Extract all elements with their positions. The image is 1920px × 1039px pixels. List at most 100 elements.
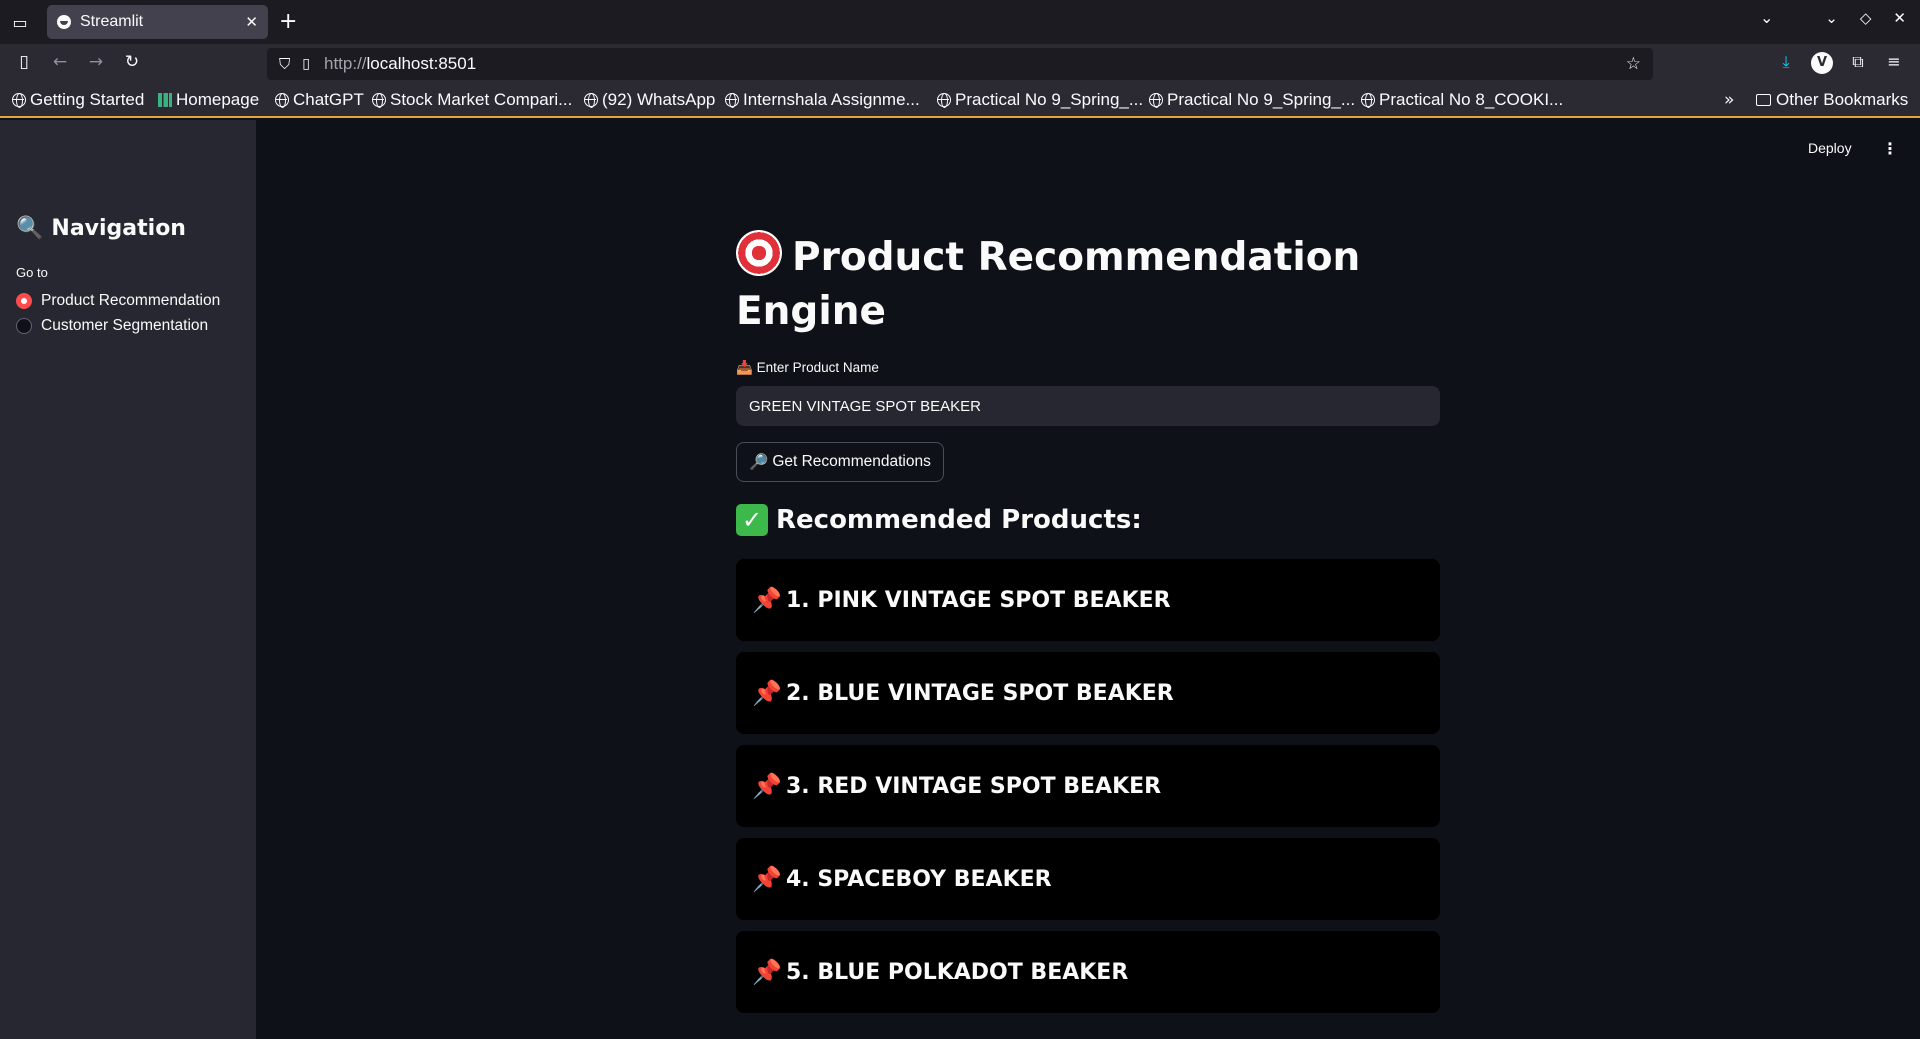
browser-tabbar: ▭ Streamlit ✕ + ⌄ ⌄ ◇ ✕ <box>0 0 1920 44</box>
back-arrow-icon[interactable]: ← <box>48 52 72 72</box>
extension-v-icon[interactable]: V <box>1811 52 1833 74</box>
globe-icon <box>372 93 386 108</box>
recommendation-card: 📌 4. SPACEBOY BEAKER <box>736 838 1440 920</box>
magnifier-icon: 🔍 <box>16 216 44 241</box>
recommendation-card: 📌 3. RED VINTAGE SPOT BEAKER <box>736 745 1440 827</box>
kebab-menu-icon[interactable]: ⋮ <box>1882 139 1898 158</box>
target-icon <box>736 230 782 276</box>
check-mark-icon: ✓ <box>736 504 768 536</box>
recommendation-text: 5. BLUE POLKADOT BEAKER <box>786 959 1129 985</box>
url-text[interactable]: http://localhost:8501 <box>324 54 476 74</box>
browser-tab[interactable]: Streamlit ✕ <box>47 5 268 39</box>
close-window-icon[interactable]: ✕ <box>1893 9 1906 27</box>
radio-label: Product Recommendation <box>41 292 221 309</box>
globe-icon <box>725 93 739 108</box>
streamlit-favicon-icon <box>57 15 71 29</box>
bookmark-label: Homepage <box>176 90 260 109</box>
shield-icon[interactable]: ⛉ <box>279 55 290 73</box>
product-input-label: 📥 Enter Product Name <box>736 360 879 376</box>
url-host: localhost:8501 <box>366 54 477 73</box>
bookmark-label: Other Bookmarks <box>1776 90 1909 109</box>
bookmark-practical-9a[interactable]: Practical No 9_Spring_... <box>937 90 1143 110</box>
product-input-label-text: Enter Product Name <box>756 360 879 375</box>
close-tab-icon[interactable]: ✕ <box>245 13 258 31</box>
bookmark-whatsapp[interactable]: (92) WhatsApp <box>584 90 715 110</box>
tab-overflow-chevron-icon[interactable]: ⌄ <box>1760 8 1773 27</box>
radio-label: Customer Segmentation <box>41 317 209 334</box>
globe-icon <box>275 93 289 108</box>
bookmark-label: Stock Market Compari... <box>390 90 573 109</box>
bookmarks-overflow-icon[interactable]: » <box>1724 90 1734 110</box>
other-bookmarks[interactable]: Other Bookmarks <box>1756 90 1908 110</box>
recommendation-card: 📌 5. BLUE POLKADOT BEAKER <box>736 931 1440 1013</box>
download-icon[interactable]: ⤓ <box>1775 52 1797 74</box>
extensions-puzzle-icon[interactable]: ⧉ <box>1847 52 1869 74</box>
recommendation-card: 📌 1. PINK VINTAGE SPOT BEAKER <box>736 559 1440 641</box>
sidebar-toggle-icon[interactable]: ▯ <box>12 52 36 72</box>
bookmark-label: Practical No 9_Spring_... <box>1167 90 1356 109</box>
radio-option-product-recommendation[interactable]: Product Recommendation <box>16 292 220 310</box>
url-bar[interactable]: ⛉ ▯ http://localhost:8501 ☆ <box>267 48 1653 80</box>
recommendation-text: 4. SPACEBOY BEAKER <box>786 866 1052 892</box>
get-recommendations-button[interactable]: 🔎 Get Recommendations <box>736 442 944 482</box>
globe-icon <box>1361 93 1375 108</box>
bookmark-getting-started[interactable]: Getting Started <box>12 90 144 110</box>
bookmark-star-icon[interactable]: ☆ <box>1626 54 1641 74</box>
reload-icon[interactable]: ↻ <box>120 52 144 72</box>
recommendation-text: 1. PINK VINTAGE SPOT BEAKER <box>786 587 1171 613</box>
page-info-icon[interactable]: ▯ <box>302 56 310 72</box>
pushpin-icon: 📌 <box>752 586 782 614</box>
sidebar-title: 🔍 Navigation <box>16 216 186 241</box>
app-sidebar: 🔍 Navigation Go to Product Recommendatio… <box>0 120 256 1039</box>
page-title: Product Recommendation Engine <box>736 230 1440 339</box>
radio-group-label: Go to <box>16 265 48 280</box>
bookmark-practical-9b[interactable]: Practical No 9_Spring_... <box>1149 90 1355 110</box>
forward-arrow-icon[interactable]: → <box>84 52 108 72</box>
sidebar-title-text: Navigation <box>51 216 186 241</box>
bookmark-label: ChatGPT <box>293 90 364 109</box>
window-controls: ⌄ ◇ ✕ <box>1825 9 1906 27</box>
browser-navbar: ▯ ← → ↻ ⛉ ▯ http://localhost:8501 ☆ ⤓ V … <box>0 44 1920 84</box>
bookmark-label: Practical No 8_COOKI... <box>1379 90 1564 109</box>
bookmark-stock-market[interactable]: Stock Market Compari... <box>372 90 572 110</box>
page-title-text: Product Recommendation Engine <box>736 235 1361 334</box>
tab-title: Streamlit <box>80 13 144 30</box>
radio-selected-icon[interactable] <box>16 293 32 309</box>
pushpin-icon: 📌 <box>752 772 782 800</box>
button-label: Get Recommendations <box>772 453 931 470</box>
homepage-icon <box>158 93 172 107</box>
tab-list-icon[interactable]: ▭ <box>8 10 32 34</box>
folder-icon <box>1756 94 1771 106</box>
toolbar-right-icons: ⤓ V ⧉ ≡ <box>1775 52 1905 74</box>
pushpin-icon: 📌 <box>752 958 782 986</box>
radio-unselected-icon[interactable] <box>16 318 32 334</box>
pushpin-icon: 📌 <box>752 865 782 893</box>
product-name-input[interactable] <box>736 386 1440 426</box>
results-heading-text: Recommended Products: <box>776 505 1142 535</box>
new-tab-button[interactable]: + <box>279 9 297 34</box>
bookmark-label: (92) WhatsApp <box>602 90 716 109</box>
recommendation-text: 3. RED VINTAGE SPOT BEAKER <box>786 773 1162 799</box>
bookmark-practical-8[interactable]: Practical No 8_COOKI... <box>1361 90 1563 110</box>
deploy-button[interactable]: Deploy <box>1808 140 1852 156</box>
globe-icon <box>1149 93 1163 108</box>
radio-option-customer-segmentation[interactable]: Customer Segmentation <box>16 317 208 335</box>
menu-hamburger-icon[interactable]: ≡ <box>1883 52 1905 74</box>
bookmarks-bar: Getting Started Homepage ChatGPT Stock M… <box>0 84 1920 118</box>
bookmark-chatgpt[interactable]: ChatGPT <box>275 90 364 110</box>
bookmark-label: Internshala Assignme... <box>743 90 920 109</box>
bookmark-label: Practical No 9_Spring_... <box>955 90 1144 109</box>
bookmark-homepage[interactable]: Homepage <box>158 90 259 110</box>
inbox-tray-icon: 📥 <box>736 360 753 375</box>
globe-icon <box>12 93 26 108</box>
globe-icon <box>937 93 951 108</box>
magnifier-right-icon: 🔎 <box>749 453 769 471</box>
bookmark-label: Getting Started <box>30 90 145 109</box>
bookmark-internshala[interactable]: Internshala Assignme... <box>725 90 920 110</box>
globe-icon <box>584 93 598 108</box>
minimize-icon[interactable]: ⌄ <box>1825 9 1838 27</box>
recommendation-list: 📌 1. PINK VINTAGE SPOT BEAKER 📌 2. BLUE VI… <box>736 559 1440 1024</box>
results-heading: ✓ Recommended Products: <box>736 504 1142 536</box>
recommendation-text: 2. BLUE VINTAGE SPOT BEAKER <box>786 680 1174 706</box>
maximize-icon[interactable]: ◇ <box>1860 9 1872 27</box>
